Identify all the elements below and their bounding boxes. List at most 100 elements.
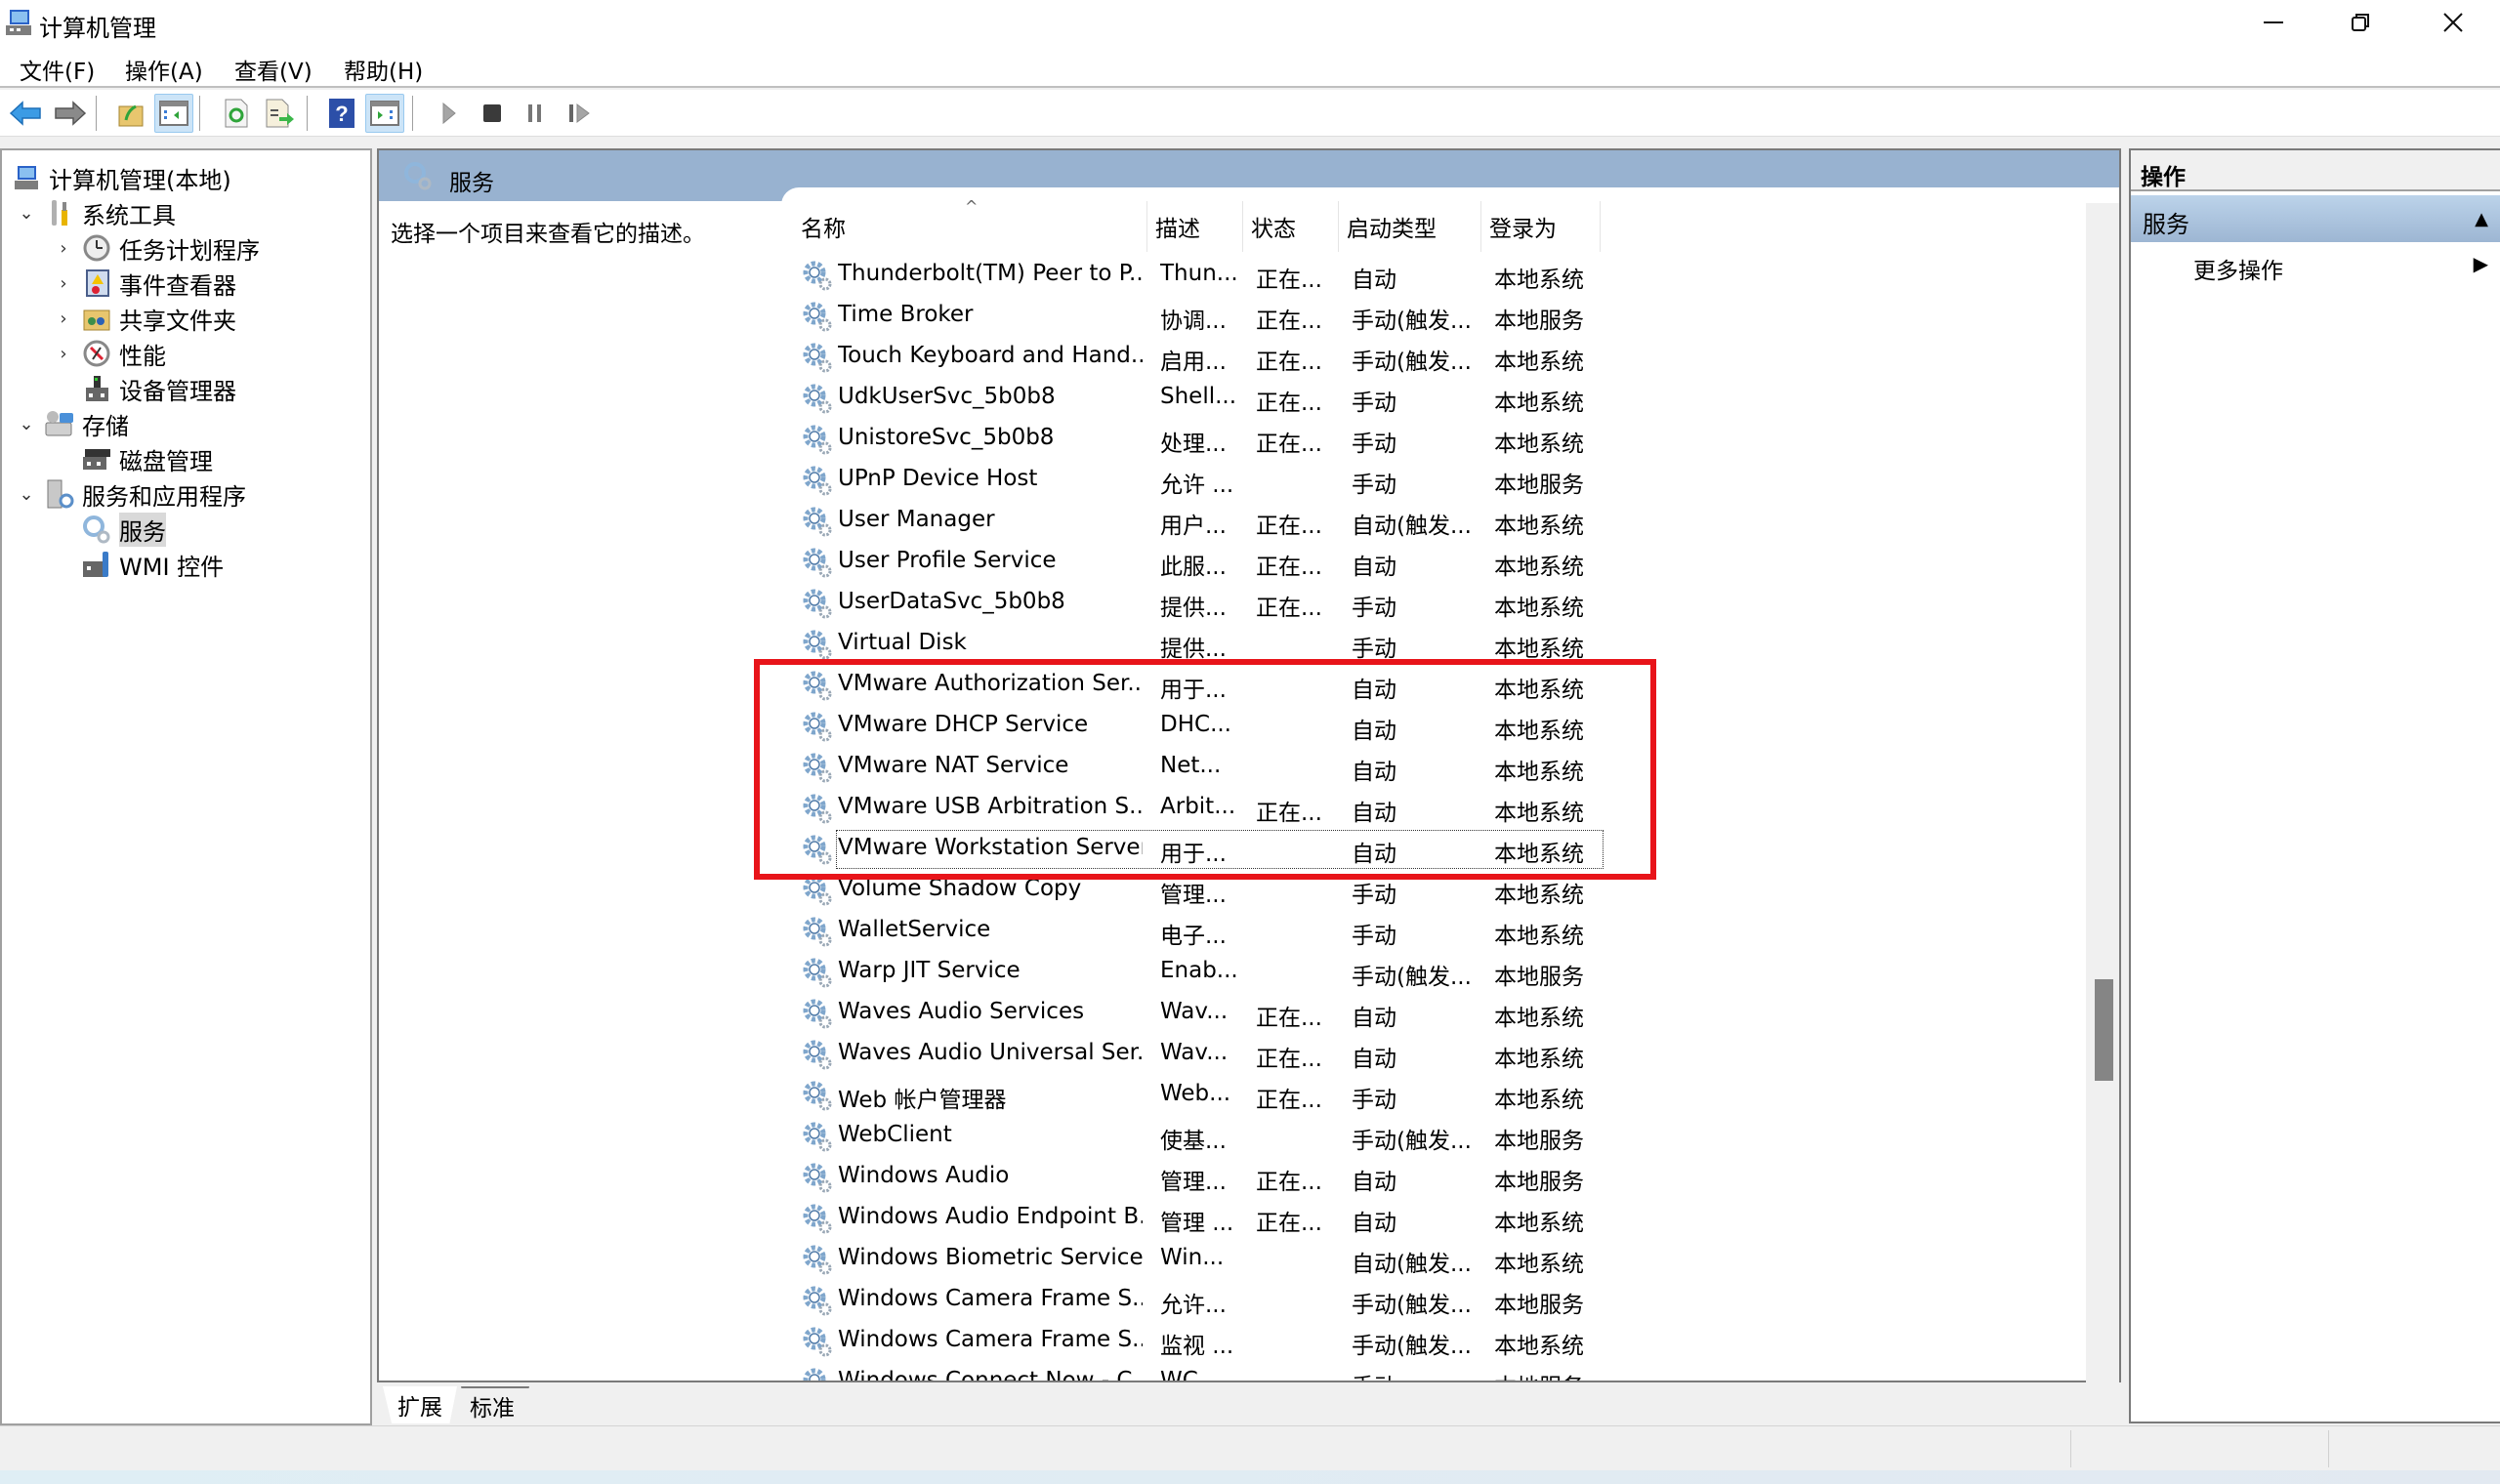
tree-item-8[interactable]: 磁盘管理 xyxy=(53,441,213,476)
service-name: VMware NAT Service xyxy=(838,753,1069,778)
service-row[interactable]: Waves Audio Services Wav... 正在... 自动 本地系统 xyxy=(379,992,1584,1033)
chevron-right-icon[interactable]: › xyxy=(53,238,74,259)
stop-service-button[interactable] xyxy=(473,94,512,133)
service-row[interactable]: Windows Audio Endpoint B... 管理 ... 正在... 自动… xyxy=(379,1197,1584,1238)
tree-item-3[interactable]: › 事件查看器 xyxy=(53,266,236,301)
service-name: Waves Audio Services xyxy=(838,999,1085,1024)
service-row[interactable]: Web 帐户管理器 Web... 正在... 手动 本地系统 xyxy=(379,1074,1584,1115)
restore-button[interactable] xyxy=(2316,0,2406,45)
actions-section-services[interactable]: 服务 ▲ xyxy=(2131,195,2500,242)
service-row[interactable]: UPnP Device Host 允许 ... 手动 本地服务 xyxy=(379,459,1584,500)
tab-extended[interactable]: 扩展 xyxy=(383,1386,457,1423)
chevron-down-icon[interactable]: ⌄ xyxy=(16,484,37,505)
tree-item-2[interactable]: › 任务计划程序 xyxy=(53,230,260,266)
service-row[interactable]: User Manager 用户... 正在... 自动(触发... 本地系统 xyxy=(379,500,1584,541)
service-logon: 本地服务 xyxy=(1494,1170,1584,1195)
service-gear-icon xyxy=(801,259,834,292)
tree-item-9[interactable]: ⌄ 服务和应用程序 xyxy=(16,476,246,512)
chevron-down-icon[interactable]: ⌄ xyxy=(16,414,37,434)
service-row[interactable]: Time Broker 协调... 正在... 手动(触发... 本地服务 xyxy=(379,295,1584,336)
tree-item-10[interactable]: 服务 xyxy=(53,512,166,547)
close-button[interactable] xyxy=(2408,0,2498,45)
service-name: UdkUserSvc_5b0b8 xyxy=(838,384,1056,409)
more-actions-item[interactable]: 更多操作 xyxy=(2193,252,2283,285)
service-logon: 本地服务 xyxy=(1494,1129,1584,1154)
service-row[interactable]: UserDataSvc_5b0b8 提供... 正在... 手动 本地系统 xyxy=(379,582,1584,623)
tree-item-1[interactable]: ⌄ 系统工具 xyxy=(16,195,176,230)
service-row[interactable]: Windows Camera Frame S... 允许... 手动(触发... 本地… xyxy=(379,1279,1584,1320)
refresh-button[interactable] xyxy=(217,94,256,133)
console-tree-icon xyxy=(159,101,188,126)
tab-standard[interactable]: 标准 xyxy=(461,1386,529,1423)
chevron-down-icon[interactable]: ⌄ xyxy=(16,203,37,224)
tree-item-11[interactable]: WMI 控件 xyxy=(53,547,224,582)
forward-button[interactable] xyxy=(51,94,90,133)
service-row[interactable]: VMware Workstation Server 用于... 自动 本地系统 xyxy=(379,828,1604,869)
chevron-right-icon[interactable]: › xyxy=(53,344,74,364)
service-row[interactable]: User Profile Service 此服... 正在... 自动 本地系统 xyxy=(379,541,1584,582)
service-desc: Net... xyxy=(1160,753,1222,778)
tree-item-label: 存储 xyxy=(82,412,129,440)
service-desc: 用于... xyxy=(1160,678,1227,703)
menu-file[interactable]: 文件(F) xyxy=(16,53,99,86)
tree-item-6[interactable]: 设备管理器 xyxy=(53,371,236,406)
console-tree: 计算机管理(本地) ⌄ 系统工具 › 任务计划程序 › 事件查看器 › 共享文件夹 › 性能 设备管理… xyxy=(0,148,372,1425)
service-row[interactable]: VMware USB Arbitration S... Arbit... 正在...… xyxy=(379,787,1584,828)
back-button[interactable] xyxy=(6,94,45,133)
service-gear-icon xyxy=(801,464,834,497)
service-row[interactable]: VMware Authorization Ser... 用于... 自动 本地系统 xyxy=(379,664,1584,705)
wmi-control-icon xyxy=(80,550,113,579)
service-row[interactable]: WalletService 电子... 手动 本地系统 xyxy=(379,910,1584,951)
service-row[interactable]: VMware DHCP Service DHC... 自动 本地系统 xyxy=(379,705,1584,746)
back-arrow-icon xyxy=(9,101,41,126)
scrollbar-thumb[interactable] xyxy=(2095,979,2113,1081)
service-row[interactable]: Thunderbolt(TM) Peer to P... Thun... 正在...… xyxy=(379,254,1584,295)
menu-action[interactable]: 操作(A) xyxy=(121,53,207,86)
service-status: 正在... xyxy=(1256,1170,1322,1195)
service-row[interactable]: Volume Shadow Copy 管理... 手动 本地系统 xyxy=(379,869,1584,910)
tree-item-7[interactable]: ⌄ 存储 xyxy=(16,406,129,441)
collapse-icon[interactable]: ▲ xyxy=(2475,209,2488,229)
service-row[interactable]: WebClient 使基... 手动(触发... 本地服务 xyxy=(379,1115,1584,1156)
service-desc: 提供... xyxy=(1160,596,1227,621)
title-bar: 计算机管理 xyxy=(0,0,2500,49)
service-row[interactable]: Windows Camera Frame S... 监视 ... 手动(触发... 本… xyxy=(379,1320,1584,1361)
service-row[interactable]: VMware NAT Service Net... 自动 本地系统 xyxy=(379,746,1584,787)
show-hide-action-pane-button[interactable] xyxy=(365,94,404,133)
service-row[interactable]: Warp JIT Service Enab... 手动(触发... 本地服务 xyxy=(379,951,1584,992)
service-row[interactable]: UdkUserSvc_5b0b8 Shell... 正在... 手动 本地系统 xyxy=(379,377,1584,418)
service-row[interactable]: Touch Keyboard and Hand... 启用... 正在... 手动(触… xyxy=(379,336,1584,377)
help-button[interactable]: ? xyxy=(322,94,361,133)
service-name: Volume Shadow Copy xyxy=(838,876,1082,901)
service-desc: Web... xyxy=(1160,1081,1231,1106)
service-row[interactable]: Waves Audio Universal Ser... Wav... 正在... 自… xyxy=(379,1033,1584,1074)
service-row[interactable]: UnistoreSvc_5b0b8 处理... 正在... 手动 本地系统 xyxy=(379,418,1584,459)
service-startup: 自动 xyxy=(1352,268,1396,293)
vertical-scrollbar[interactable] xyxy=(2086,203,2119,1382)
service-row[interactable]: Windows Audio 管理... 正在... 自动 本地服务 xyxy=(379,1156,1584,1197)
show-hide-console-tree-button[interactable] xyxy=(154,94,193,133)
service-status: 正在... xyxy=(1256,1211,1322,1236)
menu-help[interactable]: 帮助(H) xyxy=(340,53,427,86)
export-list-button[interactable] xyxy=(260,94,299,133)
tree-item-5[interactable]: › 性能 xyxy=(53,336,166,371)
service-name: VMware USB Arbitration S... xyxy=(838,794,1143,819)
menu-view[interactable]: 查看(V) xyxy=(230,53,316,86)
restart-service-button[interactable] xyxy=(561,94,600,133)
service-gear-icon xyxy=(801,1038,834,1071)
service-row[interactable]: Windows Biometric Service Win... 自动(触发... 本… xyxy=(379,1238,1584,1279)
service-row[interactable]: Windows Connect Now - C...WC...手动本地服务 xyxy=(379,1361,1584,1381)
service-startup: 自动 xyxy=(1352,760,1396,785)
pause-service-button[interactable] xyxy=(516,94,555,133)
service-startup: 自动 xyxy=(1352,1006,1396,1031)
chevron-right-icon[interactable]: › xyxy=(53,273,74,294)
tree-item-0[interactable]: 计算机管理(本地) xyxy=(10,160,231,195)
tree-item-label: 服务 xyxy=(119,512,166,547)
tree-item-4[interactable]: › 共享文件夹 xyxy=(53,301,236,336)
service-desc: Shell... xyxy=(1160,384,1237,409)
up-one-level-button[interactable] xyxy=(111,94,150,133)
service-row[interactable]: Virtual Disk 提供... 手动 本地系统 xyxy=(379,623,1584,664)
chevron-right-icon[interactable]: › xyxy=(53,309,74,329)
minimize-button[interactable] xyxy=(2229,0,2318,45)
start-service-button[interactable] xyxy=(430,94,469,133)
